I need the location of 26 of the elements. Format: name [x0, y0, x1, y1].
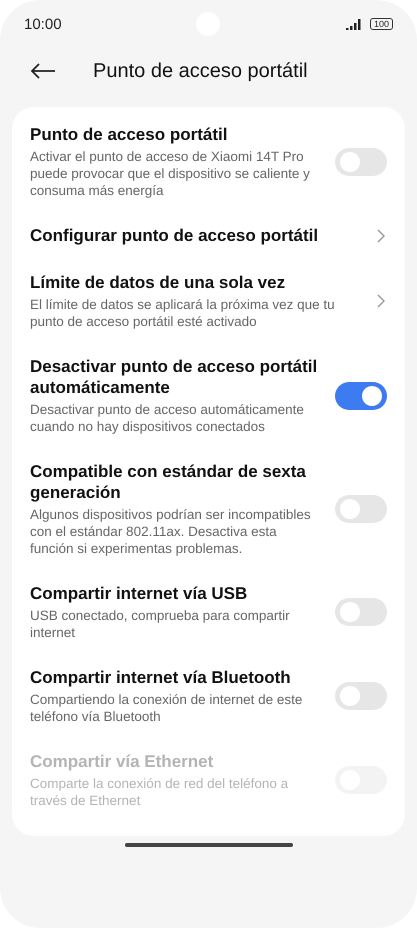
setting-description: El límite de datos se aplicará la próxima vez que tu punto de acceso portátil esté activado — [30, 296, 336, 330]
setting-title: Desactivar punto de acceso portátil automáticamente — [30, 356, 318, 398]
toggle-switch[interactable] — [335, 495, 387, 523]
setting-title: Límite de datos de una sola vez — [30, 272, 286, 293]
toggle-switch[interactable] — [335, 598, 387, 626]
status-time: 10:00 — [24, 16, 62, 32]
setting-title: Compartir vía Ethernet — [30, 751, 214, 772]
toggle-switch[interactable] — [335, 148, 387, 176]
setting-description: Comparte la conexión de red del teléfono a través de Ethernet — [30, 775, 290, 809]
setting-description: USB conectado, comprueba para compartir internet — [30, 607, 291, 641]
setting-title: Configurar punto de acceso portátil — [30, 225, 320, 246]
setting-title: Compartir internet vía USB — [30, 583, 248, 604]
toggle-switch[interactable] — [335, 682, 387, 710]
battery-level: 100 — [370, 18, 393, 30]
setting-description: Compartiendo la conexión de internet de este teléfono vía Bluetooth — [30, 691, 304, 725]
chevron-right-icon[interactable] — [377, 294, 385, 308]
page-title: Punto de acceso portátil — [93, 60, 308, 82]
chevron-right-icon[interactable] — [377, 228, 385, 242]
toggle-switch[interactable] — [335, 382, 387, 410]
setting-description: Desactivar punto de acceso automáticamente cuando no hay dispositivos conectados — [30, 401, 305, 435]
setting-title: Compatible con estándar de sexta generación — [30, 461, 307, 503]
setting-description: Activar el punto de acceso de Xiaomi 14T Pro puede provocar que el dispositivo se caliente y consuma más energía — [30, 148, 311, 199]
setting-description: Algunos dispositivos podrían ser incompatibles con el estándar 802.11ax. Desactiva esta función si experimentas problemas. — [30, 506, 312, 557]
setting-title: Compartir internet vía Bluetooth — [30, 667, 292, 688]
setting-title: Punto de acceso portátil — [30, 124, 228, 145]
back-arrow-icon[interactable] — [30, 63, 56, 79]
